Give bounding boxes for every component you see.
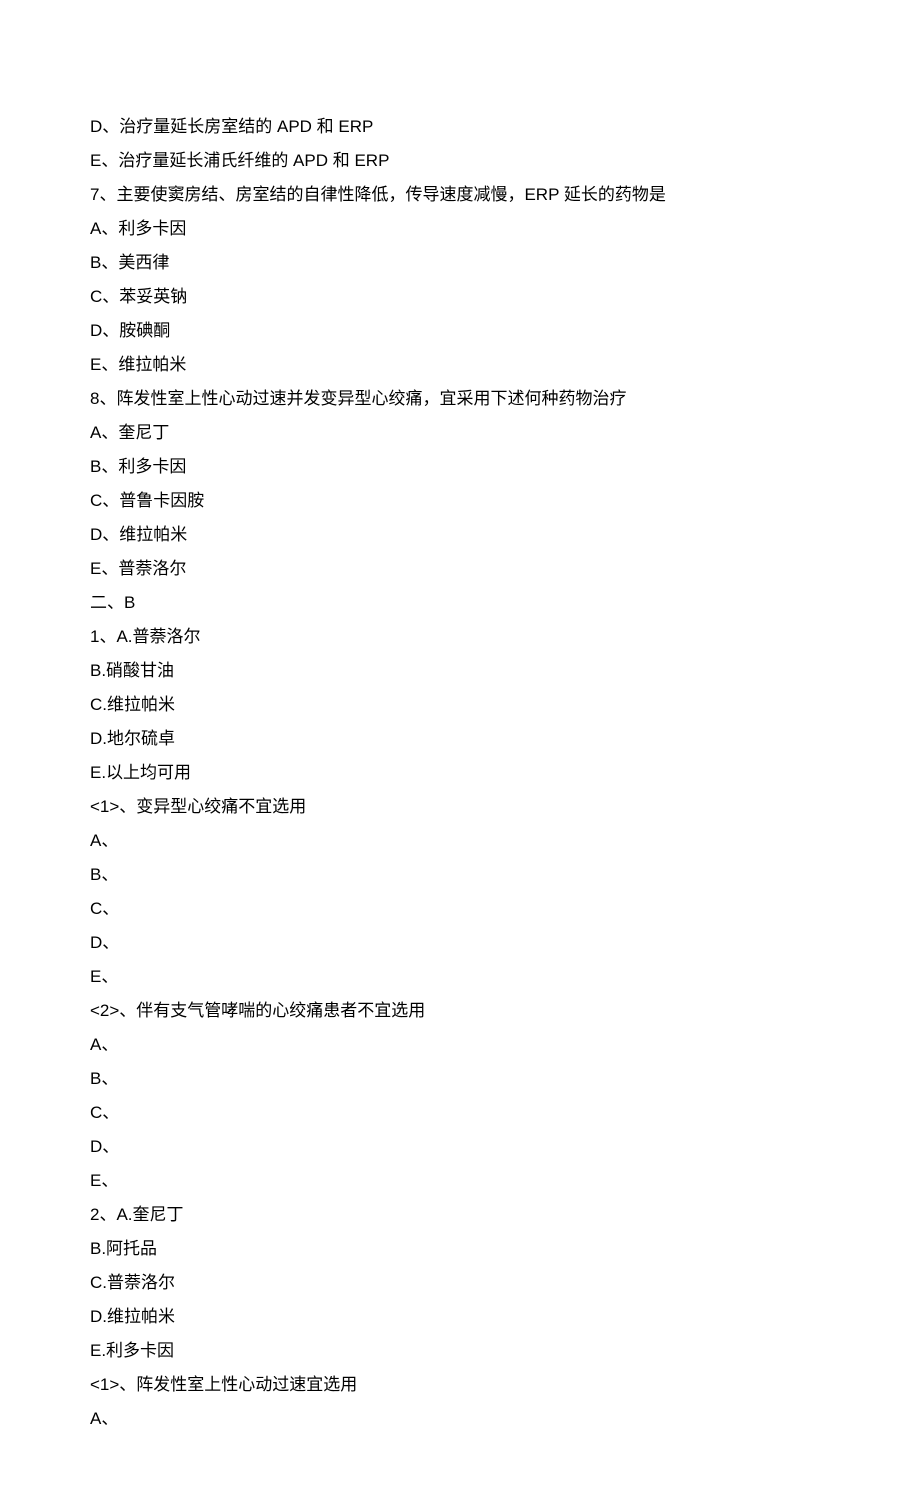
- text-line: A、奎尼丁: [90, 416, 830, 450]
- text-line: <1>、阵发性室上性心动过速宜选用: [90, 1368, 830, 1402]
- text-line: D、胺碘酮: [90, 314, 830, 348]
- text-line: A、: [90, 1402, 830, 1436]
- text-line: D、: [90, 1130, 830, 1164]
- text-line: C、: [90, 892, 830, 926]
- text-line: D.地尔硫卓: [90, 722, 830, 756]
- text-line: 1、A.普萘洛尔: [90, 620, 830, 654]
- text-line: E、普萘洛尔: [90, 552, 830, 586]
- text-line: A、利多卡因: [90, 212, 830, 246]
- text-line: D、: [90, 926, 830, 960]
- document-page: D、治疗量延长房室结的 APD 和 ERP E、治疗量延长浦氏纤维的 APD 和…: [0, 0, 920, 1496]
- text-line: <2>、伴有支气管哮喘的心绞痛患者不宜选用: [90, 994, 830, 1028]
- text-line: C、: [90, 1096, 830, 1130]
- text-line: A、: [90, 824, 830, 858]
- text-line: C、苯妥英钠: [90, 280, 830, 314]
- text-line: B.硝酸甘油: [90, 654, 830, 688]
- text-line: 8、阵发性室上性心动过速并发变异型心绞痛，宜采用下述何种药物治疗: [90, 382, 830, 416]
- text-line: E、治疗量延长浦氏纤维的 APD 和 ERP: [90, 144, 830, 178]
- text-line: D.维拉帕米: [90, 1300, 830, 1334]
- text-line: B、: [90, 1062, 830, 1096]
- text-line: B.阿托品: [90, 1232, 830, 1266]
- text-line: E、维拉帕米: [90, 348, 830, 382]
- text-line: C.普萘洛尔: [90, 1266, 830, 1300]
- text-line: C.维拉帕米: [90, 688, 830, 722]
- text-line: 2、A.奎尼丁: [90, 1198, 830, 1232]
- text-line: 二、B: [90, 586, 830, 620]
- text-line: B、美西律: [90, 246, 830, 280]
- text-line: E、: [90, 960, 830, 994]
- text-line: C、普鲁卡因胺: [90, 484, 830, 518]
- text-line: E.以上均可用: [90, 756, 830, 790]
- text-line: 7、主要使窦房结、房室结的自律性降低，传导速度减慢，ERP 延长的药物是: [90, 178, 830, 212]
- text-line: D、治疗量延长房室结的 APD 和 ERP: [90, 110, 830, 144]
- text-line: D、维拉帕米: [90, 518, 830, 552]
- text-line: E、: [90, 1164, 830, 1198]
- text-line: B、利多卡因: [90, 450, 830, 484]
- text-line: E.利多卡因: [90, 1334, 830, 1368]
- text-line: B、: [90, 858, 830, 892]
- text-line: A、: [90, 1028, 830, 1062]
- text-line: <1>、变异型心绞痛不宜选用: [90, 790, 830, 824]
